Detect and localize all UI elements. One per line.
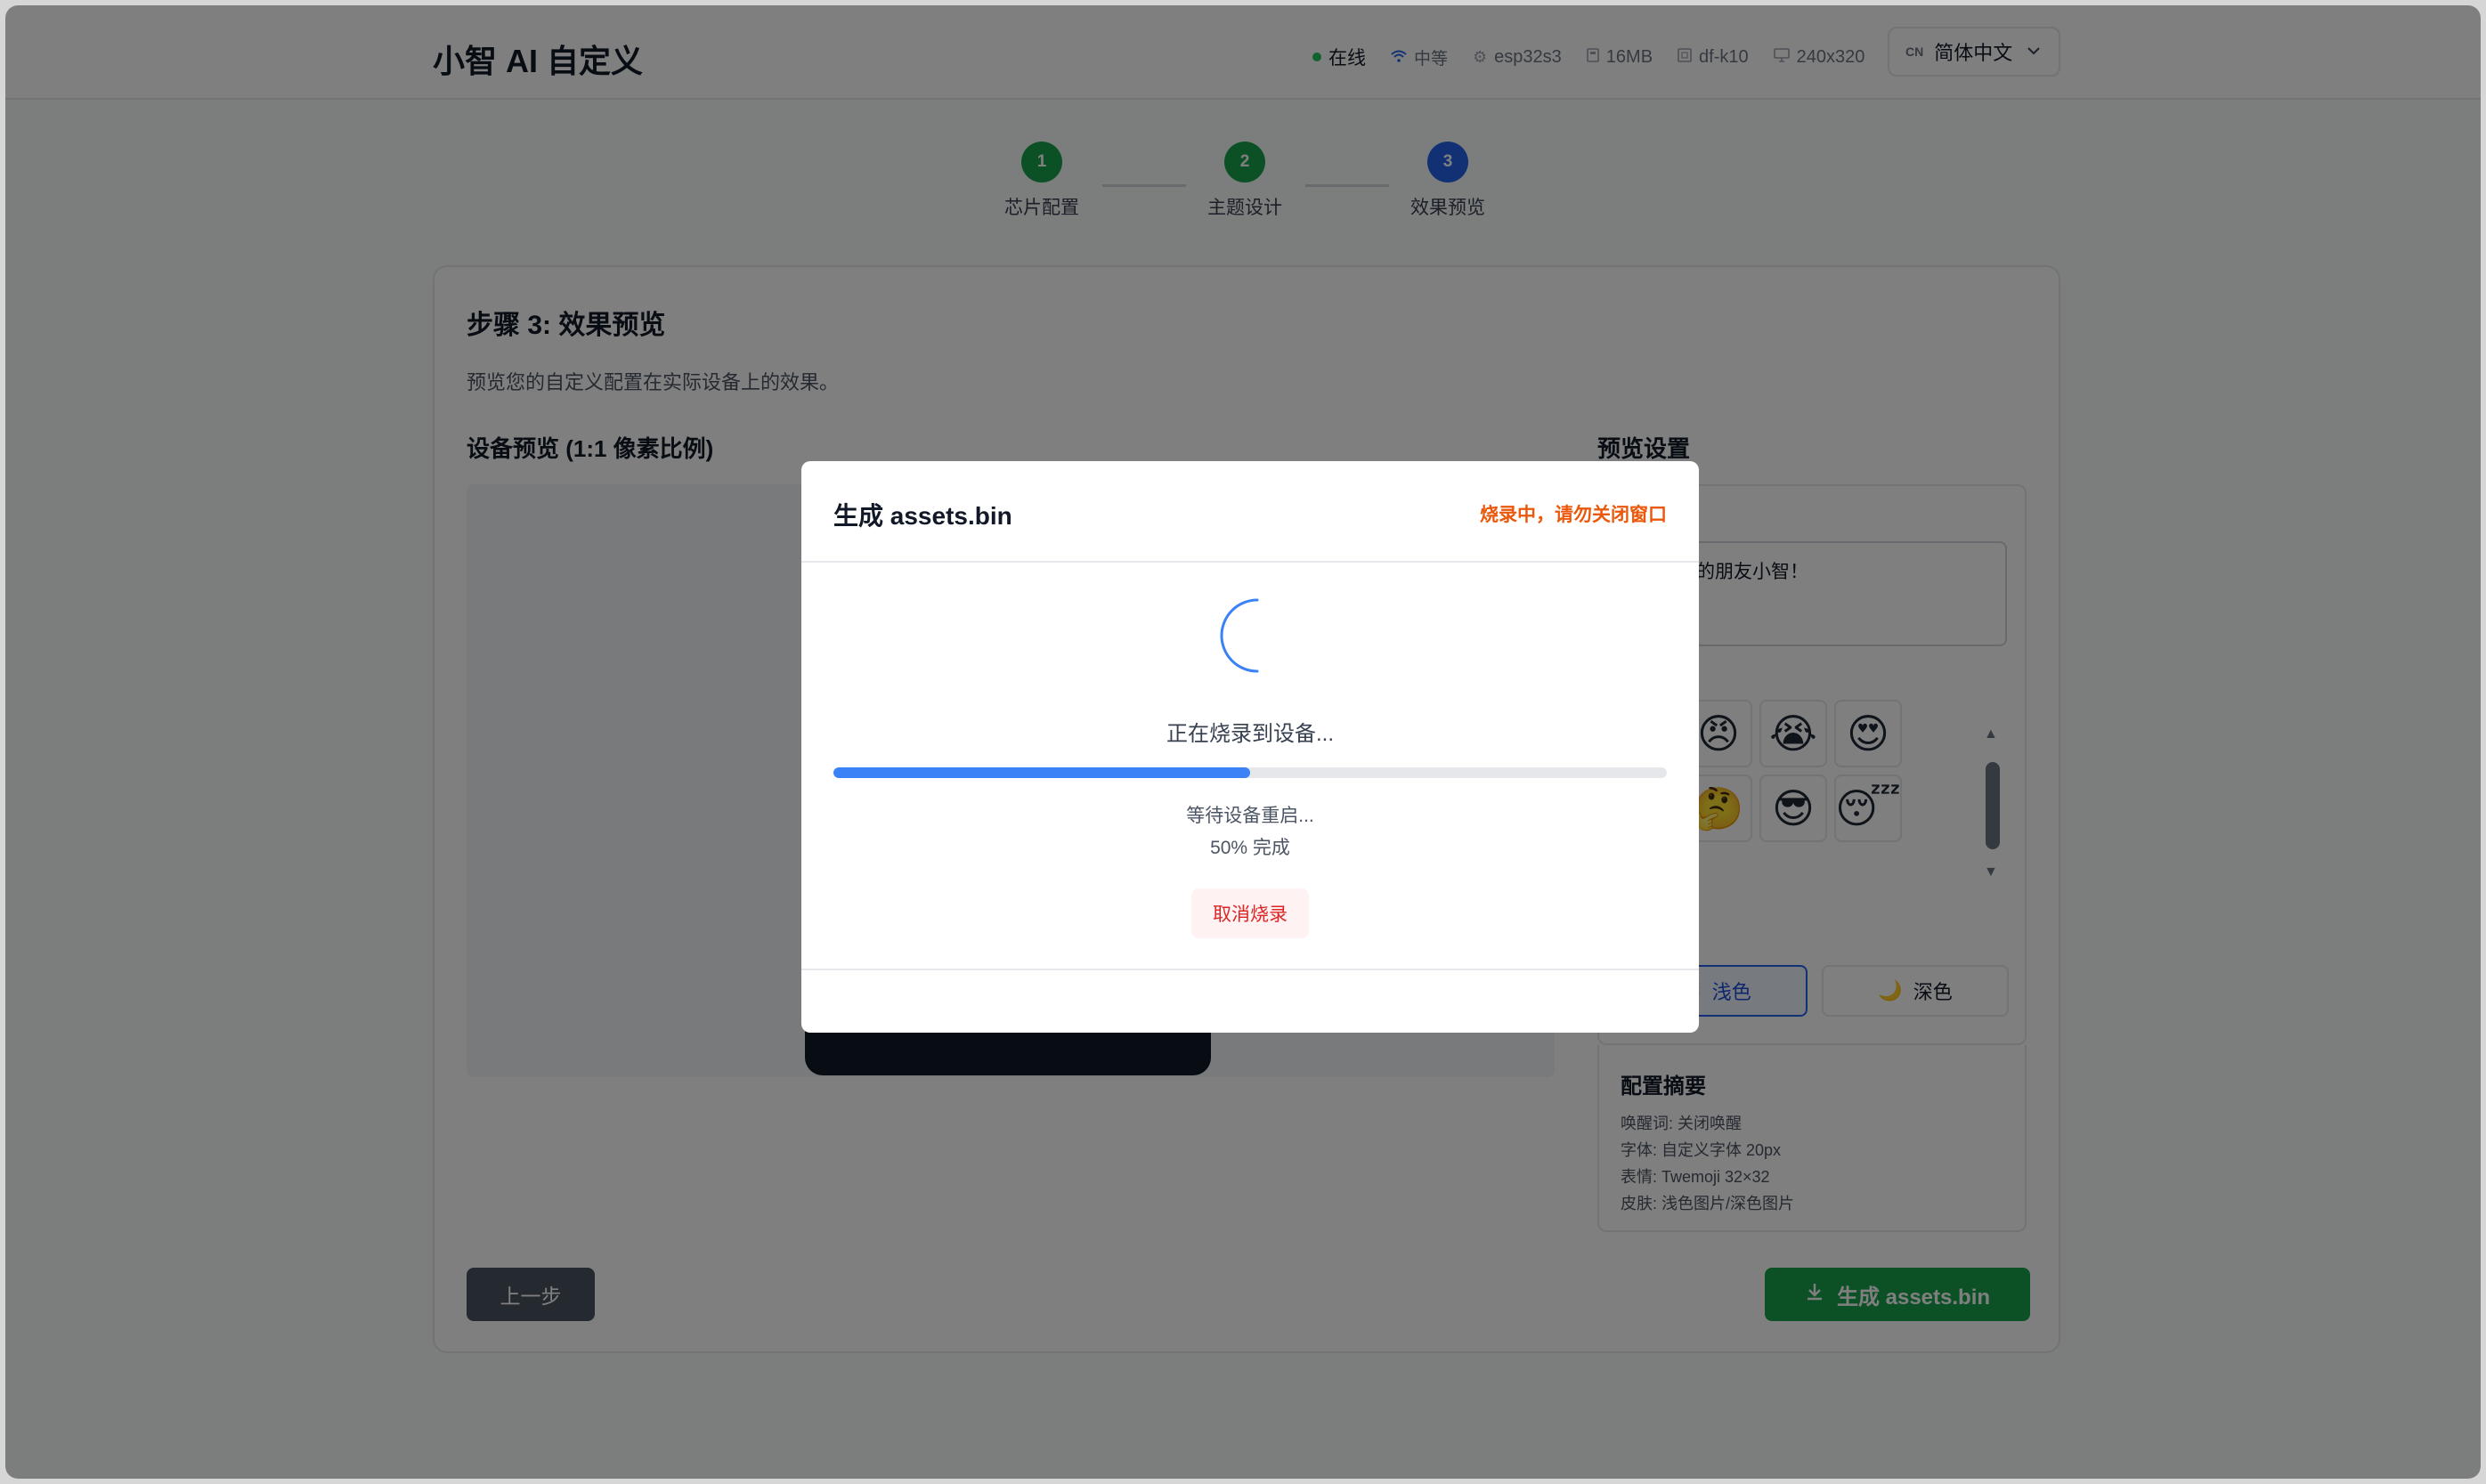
app-window: 小智 AI 自定义 在线 中等 ⚙ esp32s3 16MB [5, 5, 2481, 1479]
progress-bar [833, 767, 1667, 778]
flash-substatus-text: 等待设备重启... [1186, 806, 1314, 826]
loading-spinner-icon [1207, 593, 1293, 683]
modal-warning: 烧录中，请勿关闭窗口 [1480, 505, 1667, 525]
cancel-flash-button[interactable]: 取消烧录 [1191, 888, 1309, 938]
flash-status-text: 正在烧录到设备... [1166, 722, 1334, 746]
modal-title: 生成 assets.bin [833, 502, 1012, 530]
progress-fill [833, 767, 1250, 778]
progress-percent-text: 50% 完成 [1210, 838, 1290, 858]
modal-footer [801, 969, 1699, 1033]
flash-progress-modal: 生成 assets.bin 烧录中，请勿关闭窗口 正在烧录到设备... 等待设备… [801, 461, 1699, 1033]
modal-header: 生成 assets.bin 烧录中，请勿关闭窗口 [801, 461, 1699, 563]
